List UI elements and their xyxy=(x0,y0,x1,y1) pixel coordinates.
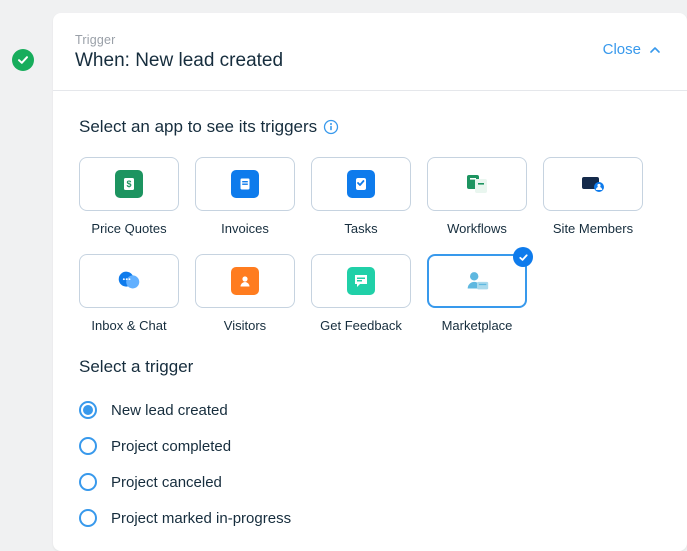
radio-icon xyxy=(79,473,97,491)
radio-icon xyxy=(79,437,97,455)
app-inbox-chat[interactable] xyxy=(79,254,179,308)
invoices-icon xyxy=(231,170,259,198)
step-complete-badge xyxy=(12,49,34,71)
radio-label: Project marked in-progress xyxy=(111,510,291,527)
trigger-option-new-lead-created[interactable]: New lead created xyxy=(79,401,661,419)
info-icon[interactable] xyxy=(323,119,339,135)
apps-grid: $ Price Quotes Invoices xyxy=(79,157,667,333)
page-title: When: New lead created xyxy=(75,50,283,72)
inbox-chat-icon xyxy=(115,267,143,295)
select-trigger-section: Select a trigger New lead created Projec… xyxy=(53,333,687,527)
app-label: Marketplace xyxy=(442,318,513,333)
svg-text:$: $ xyxy=(126,179,131,189)
app-get-feedback[interactable] xyxy=(311,254,411,308)
app-label: Get Feedback xyxy=(320,318,402,333)
close-button[interactable]: Close xyxy=(603,41,661,58)
select-app-section: Select an app to see its triggers $ Pric… xyxy=(53,91,687,333)
trigger-option-project-canceled[interactable]: Project canceled xyxy=(79,473,661,491)
trigger-radio-list: New lead created Project completed Proje… xyxy=(79,401,661,527)
get-feedback-icon xyxy=(347,267,375,295)
app-label: Tasks xyxy=(344,221,377,236)
trigger-card: Trigger When: New lead created Close Sel… xyxy=(53,13,687,551)
app-invoices[interactable] xyxy=(195,157,295,211)
tasks-icon xyxy=(347,170,375,198)
check-icon xyxy=(518,252,529,263)
select-app-title: Select an app to see its triggers xyxy=(79,117,317,137)
app-tasks[interactable] xyxy=(311,157,411,211)
app-label: Workflows xyxy=(447,221,507,236)
radio-label: Project canceled xyxy=(111,474,222,491)
site-members-icon xyxy=(579,170,607,198)
check-icon xyxy=(17,54,29,66)
header-kicker: Trigger xyxy=(75,33,283,47)
app-label: Inbox & Chat xyxy=(91,318,166,333)
workflows-icon xyxy=(463,170,491,198)
price-quotes-icon: $ xyxy=(115,170,143,198)
radio-label: Project completed xyxy=(111,438,231,455)
app-price-quotes[interactable]: $ xyxy=(79,157,179,211)
app-label: Invoices xyxy=(221,221,269,236)
radio-label: New lead created xyxy=(111,402,228,419)
chevron-up-icon xyxy=(649,44,661,56)
card-header: Trigger When: New lead created Close xyxy=(53,13,687,91)
app-marketplace[interactable] xyxy=(427,254,527,308)
trigger-option-project-completed[interactable]: Project completed xyxy=(79,437,661,455)
close-label: Close xyxy=(603,41,641,58)
visitors-icon xyxy=(231,267,259,295)
app-label: Visitors xyxy=(224,318,266,333)
select-trigger-title: Select a trigger xyxy=(79,357,661,377)
app-visitors[interactable] xyxy=(195,254,295,308)
radio-icon xyxy=(79,509,97,527)
app-label: Price Quotes xyxy=(91,221,166,236)
trigger-option-project-in-progress[interactable]: Project marked in-progress xyxy=(79,509,661,527)
app-site-members[interactable] xyxy=(543,157,643,211)
selected-badge xyxy=(513,247,533,267)
app-workflows[interactable] xyxy=(427,157,527,211)
marketplace-icon xyxy=(463,267,491,295)
app-label: Site Members xyxy=(553,221,633,236)
radio-icon xyxy=(79,401,97,419)
